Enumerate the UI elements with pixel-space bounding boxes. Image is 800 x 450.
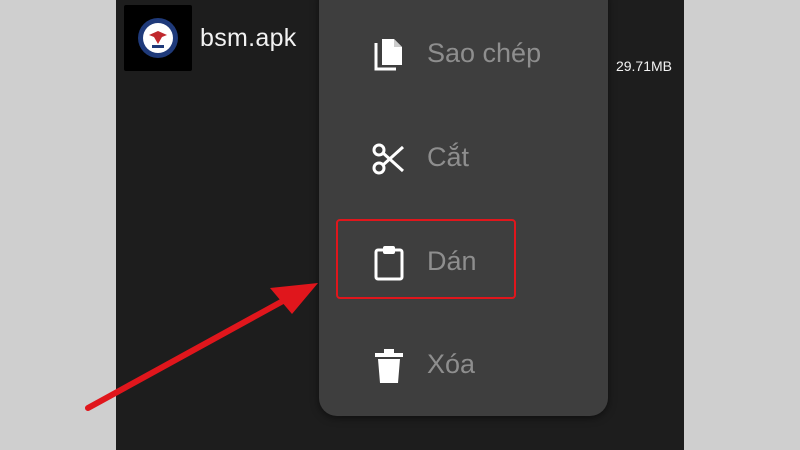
cut-icon bbox=[371, 141, 407, 177]
copy-icon bbox=[371, 37, 407, 73]
highlight-box bbox=[336, 219, 516, 299]
menu-item-copy[interactable]: Sao chép bbox=[319, 15, 608, 95]
menu-item-label: Xóa bbox=[427, 349, 476, 379]
menu-item-label: Sao chép bbox=[427, 38, 542, 68]
delete-icon bbox=[371, 348, 407, 384]
file-size: 29.71MB bbox=[615, 58, 672, 74]
menu-item-label: Cắt bbox=[427, 142, 470, 172]
app-logo-icon bbox=[124, 5, 192, 71]
context-menu: Sao chép Cắt Dán Xóa bbox=[319, 0, 608, 416]
menu-item-cut[interactable]: Cắt bbox=[319, 119, 608, 199]
screenshot-stage: bsm.apk 29.71MB Sao chép Cắt Dán Xóa bbox=[0, 0, 800, 450]
file-name: bsm.apk bbox=[200, 24, 297, 52]
menu-item-delete[interactable]: Xóa bbox=[319, 326, 608, 406]
